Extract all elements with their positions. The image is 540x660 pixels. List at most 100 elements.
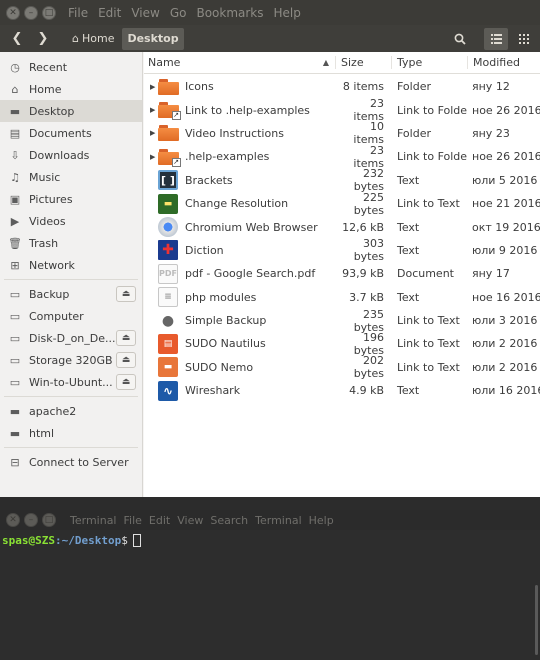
- sidebar-item-recent[interactable]: ◷ Recent: [0, 56, 142, 78]
- column-header-modified[interactable]: Modified: [468, 56, 540, 69]
- terminal-menu-help[interactable]: Help: [309, 514, 334, 527]
- file-row[interactable]: ▬ Change Resolution 225 bytes Link to Text н…: [144, 191, 540, 217]
- file-row[interactable]: ✚ Diction 303 bytes Text юли 9 2016: [144, 237, 540, 263]
- breadcrumb-desktop[interactable]: Desktop: [122, 27, 184, 50]
- file-row[interactable]: ▤ SUDO Nautilus 196 bytes Link to Text юли 2…: [144, 331, 540, 357]
- column-header-size[interactable]: Size: [336, 56, 392, 69]
- sidebar-item-desktop[interactable]: ▬ Desktop: [0, 100, 142, 122]
- file-row[interactable]: ≡ php modules 3.7 kB Text ное 16 2016: [144, 286, 540, 309]
- search-button[interactable]: [448, 28, 472, 50]
- menu-bookmarks[interactable]: Bookmarks: [196, 6, 263, 20]
- file-row[interactable]: [ ] Brackets 232 bytes Text юли 5 2016: [144, 167, 540, 193]
- sidebar-item-label: Music: [29, 170, 61, 184]
- file-row[interactable]: ▶ Video Instructions 10 items Folder яну 23: [144, 120, 540, 146]
- maximize-window-button[interactable]: □: [42, 5, 56, 20]
- sidebar-item-disk-d-on-de[interactable]: ▭ Disk-D_on_De... ⏏: [0, 327, 142, 349]
- breadcrumb-home[interactable]: ⌂ Home: [67, 28, 119, 50]
- eject-icon[interactable]: ⏏: [116, 374, 136, 390]
- file-modified: юли 16 2016: [472, 384, 540, 398]
- terminal-menu-search[interactable]: Search: [210, 514, 248, 527]
- sidebar-item-trash[interactable]: 🗑 Trash: [0, 232, 142, 254]
- sort-ascending-icon: ▲: [322, 58, 329, 67]
- close-window-button[interactable]: ✕: [6, 513, 20, 527]
- back-button[interactable]: ❮: [5, 28, 29, 50]
- sidebar-item-backup[interactable]: ▭ Backup ⏏: [0, 283, 142, 305]
- file-size: 8 items: [342, 80, 384, 94]
- terminal-menu-terminal[interactable]: Terminal: [70, 514, 117, 527]
- file-modified: ное 26 2016: [472, 103, 540, 117]
- sidebar-item-label: Disk-D_on_De...: [29, 331, 116, 345]
- file-name: Simple Backup: [185, 314, 267, 328]
- terminal-scrollbar[interactable]: [535, 585, 538, 655]
- eject-icon[interactable]: ⏏: [116, 330, 136, 346]
- file-row[interactable]: ▬ SUDO Nemo 202 bytes Link to Text юли 2 201…: [144, 354, 540, 381]
- sidebar-item-connect-to-server[interactable]: ⊟ Connect to Server: [0, 451, 142, 473]
- eject-icon[interactable]: ⏏: [116, 352, 136, 368]
- terminal-menu-terminal[interactable]: Terminal: [255, 514, 302, 527]
- file-row[interactable]: ● Simple Backup 235 bytes Link to Text юли 3…: [144, 308, 540, 334]
- file-type: Text: [397, 290, 420, 304]
- sidebar-item-label: Recent: [29, 60, 68, 74]
- file-size: 23 items: [353, 97, 384, 124]
- file-modified: ное 21 2016: [472, 197, 540, 211]
- sidebar-item-storage-320gb[interactable]: ▭ Storage 320GB ⏏: [0, 349, 142, 371]
- uk-flag-icon: ✚: [157, 240, 179, 261]
- sidebar-item-network[interactable]: ⊞ Network: [0, 254, 142, 276]
- terminal-menu-view[interactable]: View: [177, 514, 203, 527]
- sidebar-item-win-to-ubunt[interactable]: ▭ Win-to-Ubunt... ⏏: [0, 371, 142, 393]
- expander-arrow-icon[interactable]: ▶: [150, 106, 156, 114]
- minimize-window-button[interactable]: –: [24, 513, 38, 527]
- maximize-window-button[interactable]: □: [42, 513, 56, 527]
- menu-view[interactable]: View: [131, 6, 159, 20]
- list-header: Name ▲ Size Type Modified: [144, 52, 540, 74]
- menu-go[interactable]: Go: [170, 6, 187, 20]
- terminal-menu-edit[interactable]: Edit: [149, 514, 170, 527]
- sidebar-item-label: Backup: [29, 287, 70, 301]
- file-row[interactable]: ∿ Wireshark 4.9 kB Text юли 16 2016: [144, 379, 540, 402]
- sidebar-item-music[interactable]: ♫ Music: [0, 166, 142, 188]
- sidebar-item-videos[interactable]: ▶ Videos: [0, 210, 142, 232]
- minimize-window-button[interactable]: –: [24, 5, 38, 20]
- file-type: Text: [397, 243, 420, 257]
- column-label: Type: [397, 56, 423, 69]
- column-header-type[interactable]: Type: [392, 56, 468, 69]
- menu-file[interactable]: File: [68, 6, 88, 20]
- file-row[interactable]: PDF pdf - Google Search.pdf 93,9 kB Documen…: [144, 262, 540, 285]
- terminal-output[interactable]: spas@SZS:~/Desktop $: [0, 530, 540, 551]
- sidebar-item-pictures[interactable]: ▣ Pictures: [0, 188, 142, 210]
- list-view-button[interactable]: [484, 27, 508, 50]
- sidebar-item-html[interactable]: ▬ html: [0, 422, 142, 444]
- sidebar-item-documents[interactable]: ▤ Documents: [0, 122, 142, 144]
- forward-button[interactable]: ❯: [31, 28, 55, 50]
- terminal-window: ✕ – □ Terminal File Edit View Search Terminal…: [0, 510, 540, 660]
- column-header-name[interactable]: Name ▲: [144, 56, 336, 69]
- expander-arrow-icon[interactable]: ▶: [150, 83, 156, 91]
- file-name-cell: ▤ SUDO Nautilus: [144, 333, 336, 354]
- expander-arrow-icon[interactable]: ▶: [150, 129, 156, 137]
- file-modified: окт 19 2016: [472, 220, 540, 234]
- file-size: 202 bytes: [353, 354, 384, 381]
- file-row[interactable]: ▶ ↗ .help-examples 23 items Link to Folder но…: [144, 144, 540, 170]
- grid-view-button[interactable]: [512, 28, 536, 50]
- toolbar: ❮ ❯ ⌂ Home Desktop: [0, 25, 540, 52]
- text-cursor: [132, 534, 141, 547]
- sidebar-item-downloads[interactable]: ⇩ Downloads: [0, 144, 142, 166]
- sidebar-item-home[interactable]: ⌂ Home: [0, 78, 142, 100]
- close-window-button[interactable]: ✕: [6, 5, 20, 20]
- file-row[interactable]: ▶ Icons 8 items Folder яну 12: [144, 75, 540, 98]
- folder-icon: ↗: [157, 147, 181, 167]
- file-row[interactable]: Chromium Web Browser 12,6 kB Text окт 19 20…: [144, 215, 540, 238]
- sidebar-divider: [4, 279, 138, 280]
- terminal-menu-file[interactable]: File: [124, 514, 142, 527]
- sidebar-item-label: Win-to-Ubunt...: [29, 375, 113, 389]
- file-name: Brackets: [185, 173, 233, 187]
- menu-edit[interactable]: Edit: [98, 6, 121, 20]
- file-name-cell: ▬ Change Resolution: [144, 193, 336, 214]
- file-name-cell: Chromium Web Browser: [144, 217, 336, 238]
- expander-arrow-icon[interactable]: ▶: [150, 153, 156, 161]
- sidebar-item-computer[interactable]: ▭ Computer: [0, 305, 142, 327]
- menu-help[interactable]: Help: [274, 6, 301, 20]
- file-row[interactable]: ▶ ↗ Link to .help-examples 23 items Link to …: [144, 97, 540, 124]
- eject-icon[interactable]: ⏏: [116, 286, 136, 302]
- sidebar-item-apache2[interactable]: ▬ apache2: [0, 400, 142, 422]
